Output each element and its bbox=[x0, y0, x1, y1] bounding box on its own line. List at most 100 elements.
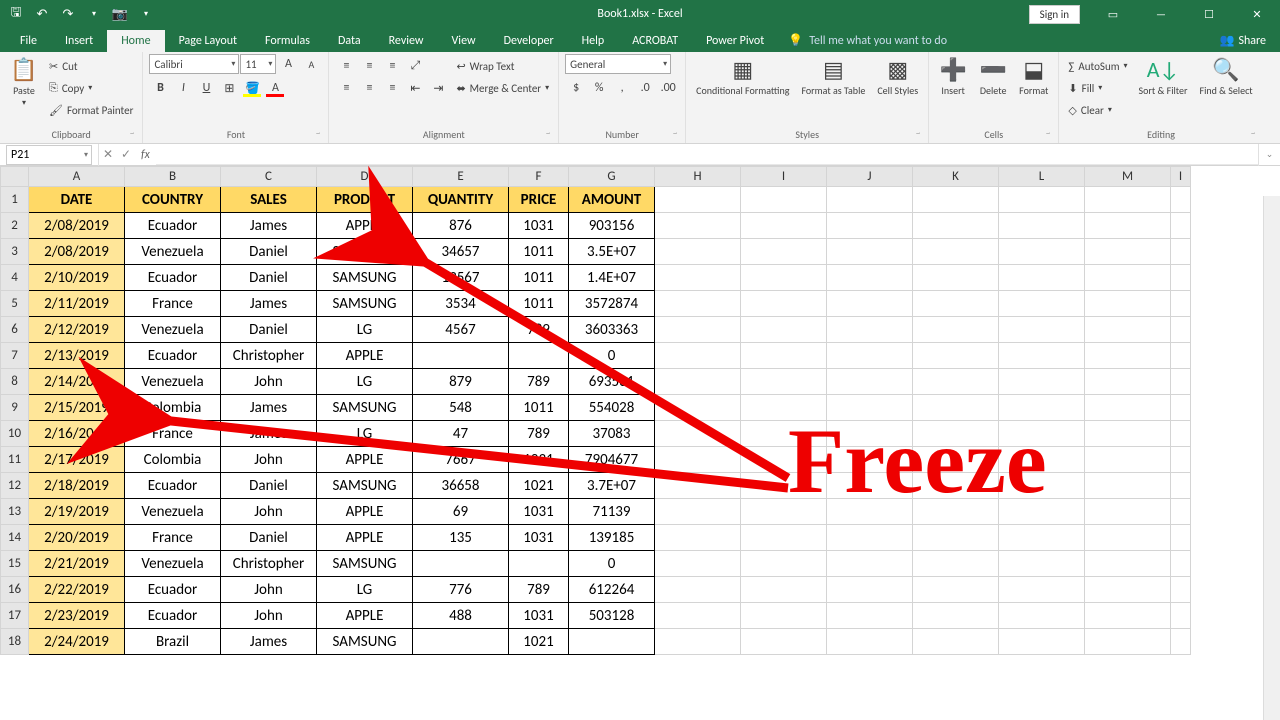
cell[interactable] bbox=[827, 291, 913, 317]
column-header[interactable]: G bbox=[569, 167, 655, 187]
cell[interactable]: QUANTITY bbox=[413, 187, 509, 213]
column-header[interactable]: B bbox=[125, 167, 221, 187]
column-header[interactable]: I bbox=[741, 167, 827, 187]
cell[interactable] bbox=[1171, 551, 1191, 577]
cell[interactable]: Venezuela bbox=[125, 551, 221, 577]
cell[interactable]: SAMSUNG bbox=[317, 239, 413, 265]
cell[interactable]: 2/14/2019 bbox=[29, 369, 125, 395]
cell[interactable]: James bbox=[221, 395, 317, 421]
cell[interactable]: LG bbox=[317, 369, 413, 395]
cell[interactable]: 2/11/2019 bbox=[29, 291, 125, 317]
cell[interactable]: John bbox=[221, 603, 317, 629]
wrap-text-button[interactable]: ↩Wrap Text bbox=[453, 56, 552, 76]
cell[interactable] bbox=[827, 187, 913, 213]
cell[interactable]: Venezuela bbox=[125, 317, 221, 343]
cell[interactable]: 2/20/2019 bbox=[29, 525, 125, 551]
cell[interactable]: Daniel bbox=[221, 265, 317, 291]
column-header[interactable]: M bbox=[1085, 167, 1171, 187]
cell[interactable]: 2/19/2019 bbox=[29, 499, 125, 525]
cell[interactable]: SAMSUNG bbox=[317, 291, 413, 317]
cell[interactable] bbox=[999, 551, 1085, 577]
cell[interactable]: 1.4E+07 bbox=[569, 265, 655, 291]
cell[interactable] bbox=[1085, 525, 1171, 551]
tab-power-pivot[interactable]: Power Pivot bbox=[692, 30, 778, 52]
cell[interactable]: COUNTRY bbox=[125, 187, 221, 213]
cell[interactable]: Colombia bbox=[125, 447, 221, 473]
cell[interactable] bbox=[655, 395, 741, 421]
cell[interactable] bbox=[655, 629, 741, 655]
cell[interactable] bbox=[741, 369, 827, 395]
cell[interactable] bbox=[655, 551, 741, 577]
cell[interactable] bbox=[1171, 629, 1191, 655]
cell[interactable] bbox=[1085, 369, 1171, 395]
cell[interactable] bbox=[741, 265, 827, 291]
cell[interactable]: 2/12/2019 bbox=[29, 317, 125, 343]
column-header[interactable]: D bbox=[317, 167, 413, 187]
row-header[interactable]: 5 bbox=[1, 291, 29, 317]
cell[interactable]: 693531 bbox=[569, 369, 655, 395]
cell[interactable] bbox=[1171, 395, 1191, 421]
cell[interactable] bbox=[509, 551, 569, 577]
cell[interactable]: Daniel bbox=[221, 317, 317, 343]
cell[interactable] bbox=[913, 551, 999, 577]
cell[interactable] bbox=[913, 239, 999, 265]
row-header[interactable]: 2 bbox=[1, 213, 29, 239]
cell[interactable] bbox=[1171, 603, 1191, 629]
font-size-select[interactable]: 11 bbox=[240, 54, 276, 74]
clear-button[interactable]: ◇Clear▾ bbox=[1065, 100, 1130, 120]
cell[interactable] bbox=[1085, 551, 1171, 577]
column-header[interactable]: F bbox=[509, 167, 569, 187]
cell[interactable] bbox=[913, 213, 999, 239]
align-center-icon[interactable]: ≡ bbox=[358, 78, 380, 98]
cell[interactable]: APPLE bbox=[317, 447, 413, 473]
cell[interactable] bbox=[1085, 473, 1171, 499]
cell[interactable]: 2/24/2019 bbox=[29, 629, 125, 655]
cell[interactable]: APPLE bbox=[317, 213, 413, 239]
column-header[interactable]: C bbox=[221, 167, 317, 187]
cell[interactable]: 34657 bbox=[413, 239, 509, 265]
cell[interactable]: John bbox=[221, 369, 317, 395]
tab-view[interactable]: View bbox=[438, 30, 490, 52]
cell[interactable]: 3572874 bbox=[569, 291, 655, 317]
cell[interactable] bbox=[1171, 291, 1191, 317]
increase-font-icon[interactable]: A bbox=[277, 54, 299, 74]
cell[interactable]: Daniel bbox=[221, 473, 317, 499]
fill-color-button[interactable]: 🪣 bbox=[241, 78, 263, 98]
autosum-button[interactable]: ∑AutoSum▾ bbox=[1065, 56, 1130, 76]
cell[interactable]: SAMSUNG bbox=[317, 551, 413, 577]
cell[interactable]: 2/22/2019 bbox=[29, 577, 125, 603]
cell[interactable] bbox=[999, 291, 1085, 317]
tab-data[interactable]: Data bbox=[324, 30, 375, 52]
cell[interactable] bbox=[1085, 343, 1171, 369]
cell[interactable] bbox=[1171, 239, 1191, 265]
row-header[interactable]: 6 bbox=[1, 317, 29, 343]
cell[interactable] bbox=[1085, 603, 1171, 629]
cell[interactable]: Ecuador bbox=[125, 213, 221, 239]
cell[interactable] bbox=[655, 421, 741, 447]
cell[interactable]: John bbox=[221, 499, 317, 525]
row-header[interactable]: 12 bbox=[1, 473, 29, 499]
camera-icon[interactable]: 📷 bbox=[108, 2, 132, 26]
cell[interactable]: James bbox=[221, 421, 317, 447]
tab-help[interactable]: Help bbox=[568, 30, 619, 52]
cell[interactable] bbox=[1171, 343, 1191, 369]
fill-button[interactable]: ⬇Fill▾ bbox=[1065, 78, 1130, 98]
cut-button[interactable]: ✂Cut bbox=[46, 56, 136, 76]
currency-icon[interactable]: $ bbox=[565, 78, 587, 98]
cell[interactable]: LG bbox=[317, 317, 413, 343]
tab-acrobat[interactable]: ACROBAT bbox=[618, 30, 692, 52]
cell[interactable]: Venezuela bbox=[125, 239, 221, 265]
cell[interactable]: SAMSUNG bbox=[317, 473, 413, 499]
cell[interactable] bbox=[913, 629, 999, 655]
cell[interactable]: Ecuador bbox=[125, 343, 221, 369]
cell[interactable] bbox=[655, 187, 741, 213]
cell[interactable]: 503128 bbox=[569, 603, 655, 629]
ribbon-options-icon[interactable]: ▭ bbox=[1090, 0, 1136, 28]
vertical-scrollbar[interactable] bbox=[1263, 196, 1280, 720]
cell[interactable] bbox=[655, 343, 741, 369]
tab-page-layout[interactable]: Page Layout bbox=[165, 30, 251, 52]
align-top-icon[interactable]: ≡ bbox=[335, 56, 357, 76]
cell[interactable]: John bbox=[221, 447, 317, 473]
cell[interactable]: 2/16/2019 bbox=[29, 421, 125, 447]
cell[interactable] bbox=[741, 603, 827, 629]
